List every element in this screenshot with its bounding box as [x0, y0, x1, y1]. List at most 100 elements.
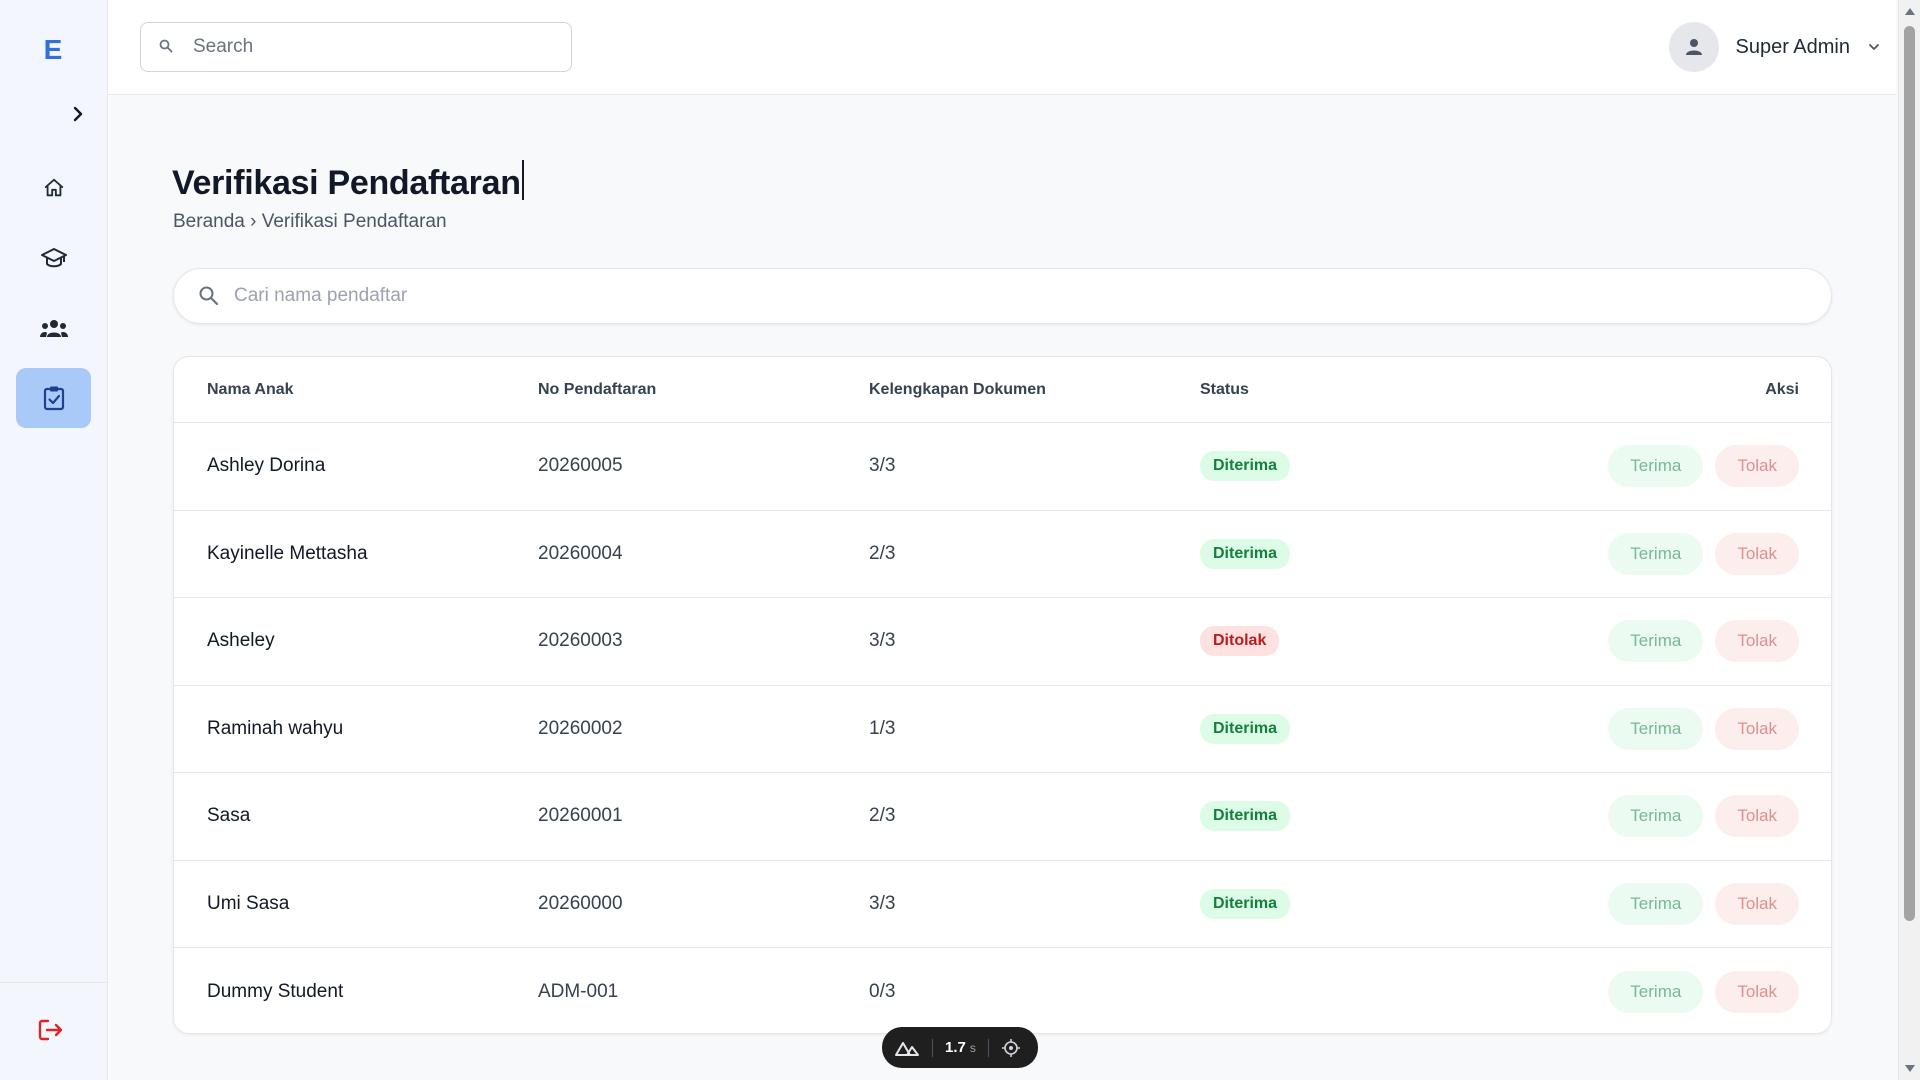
global-search[interactable] — [140, 22, 572, 72]
row-actions: Terima Tolak — [1608, 795, 1799, 838]
page-scrollbar[interactable] — [1898, 0, 1920, 1080]
accept-button[interactable]: Terima — [1608, 707, 1704, 750]
status-cell: Diterima — [1200, 713, 1291, 744]
registration-table: Nama Anak No Pendaftaran Kelengkapan Dok… — [173, 356, 1832, 1034]
sidebar-item-users[interactable] — [16, 298, 91, 358]
registration-number: 20260000 — [538, 892, 623, 914]
status-cell: Diterima — [1200, 538, 1291, 569]
row-actions: Terima Tolak — [1608, 882, 1799, 925]
scroll-down-arrow-icon[interactable] — [1905, 1065, 1915, 1072]
expand-sidebar-button[interactable] — [66, 102, 90, 126]
table-row: Kayinelle Mettasha 20260004 2/3 Diterima Ter… — [174, 511, 1831, 598]
global-search-input[interactable] — [193, 36, 553, 58]
status-badge: Diterima — [1200, 451, 1291, 482]
document-completeness: 3/3 — [869, 455, 896, 477]
document-completeness: 1/3 — [869, 717, 896, 739]
accept-button[interactable]: Terima — [1608, 620, 1704, 663]
reject-button[interactable]: Tolak — [1715, 707, 1799, 750]
sidebar-item-school[interactable] — [16, 228, 91, 288]
sidebar-item-home[interactable] — [16, 158, 91, 218]
status-badge: Diterima — [1200, 801, 1291, 832]
row-actions: Terima Tolak — [1608, 707, 1799, 750]
status-badge: Diterima — [1200, 713, 1291, 744]
applicant-name: Ashley Dorina — [207, 455, 326, 477]
status-badge: Diterima — [1200, 538, 1291, 569]
applicant-search-input[interactable] — [234, 285, 1734, 307]
table-row: Ashley Dorina 20260005 3/3 Diterima Terima To… — [174, 423, 1831, 511]
reject-button[interactable]: Tolak — [1715, 970, 1799, 1013]
row-actions: Terima Tolak — [1608, 532, 1799, 575]
row-actions: Terima Tolak — [1608, 445, 1799, 488]
status-badge: Ditolak — [1200, 626, 1280, 657]
registration-number: ADM-001 — [538, 980, 619, 1002]
column-header-actions: Aksi — [1765, 381, 1799, 398]
applicant-name: Kayinelle Mettasha — [207, 542, 368, 564]
row-actions: Terima Tolak — [1608, 620, 1799, 663]
page-title: Verifikasi Pendaftaran — [172, 160, 524, 203]
logout-button[interactable] — [36, 1015, 66, 1045]
registration-number: 20260003 — [538, 630, 623, 652]
render-time-unit: s — [969, 1040, 976, 1055]
sidebar-footer — [0, 982, 107, 1080]
chevron-down-icon — [1868, 43, 1880, 51]
users-icon — [39, 320, 68, 337]
status-cell: Diterima — [1200, 451, 1291, 482]
table-row: Asheley 20260003 3/3 Ditolak Terima Tolak — [174, 598, 1831, 686]
table-row: Raminah wahyu 20260002 1/3 Diterima Terima To… — [174, 686, 1831, 773]
table-row: Umi Sasa 20260000 3/3 Diterima Terima Tolak — [174, 861, 1831, 948]
breadcrumb: Beranda › Verifikasi Pendaftaran — [173, 211, 447, 232]
clipboard-check-icon — [43, 386, 64, 411]
scrollbar-thumb[interactable] — [1904, 26, 1915, 921]
scroll-up-arrow-icon[interactable] — [1905, 8, 1915, 15]
applicant-search[interactable] — [173, 268, 1832, 324]
applicant-name: Asheley — [207, 630, 275, 652]
accept-button[interactable]: Terima — [1608, 970, 1704, 1013]
home-icon — [44, 178, 63, 197]
crosshair-icon[interactable] — [1001, 1038, 1021, 1058]
top-header: Super Admin — [108, 0, 1896, 95]
reject-button[interactable]: Tolak — [1715, 532, 1799, 575]
table-row: Sasa 20260001 2/3 Diterima Terima Tolak — [174, 773, 1831, 861]
reject-button[interactable]: Tolak — [1715, 795, 1799, 838]
status-cell: Diterima — [1200, 888, 1291, 919]
status-cell: Diterima — [1200, 801, 1291, 832]
status-badge: Diterima — [1200, 888, 1291, 919]
render-time: 1.7 — [945, 1039, 966, 1056]
divider — [932, 1038, 933, 1057]
reject-button[interactable]: Tolak — [1715, 620, 1799, 663]
table-row: Dummy Student ADM-001 0/3 Terima Tolak — [174, 948, 1831, 1033]
document-completeness: 2/3 — [869, 805, 896, 827]
app-logo: E — [43, 34, 63, 65]
sidebar-item-verification[interactable] — [16, 368, 91, 428]
registration-number: 20260004 — [538, 542, 623, 564]
nuxt-logo-icon — [894, 1039, 920, 1057]
divider — [987, 1038, 989, 1057]
table-header: Nama Anak No Pendaftaran Kelengkapan Dok… — [174, 357, 1831, 423]
devtools-pill[interactable]: 1.7 s — [882, 1027, 1038, 1068]
row-actions: Terima Tolak — [1608, 970, 1799, 1013]
status-cell: Ditolak — [1200, 626, 1280, 657]
reject-button[interactable]: Tolak — [1715, 882, 1799, 925]
accept-button[interactable]: Terima — [1608, 795, 1704, 838]
text-caret — [521, 160, 524, 200]
document-completeness: 3/3 — [869, 892, 896, 914]
logout-icon — [38, 1019, 63, 1041]
user-name: Super Admin — [1735, 35, 1850, 58]
document-completeness: 2/3 — [869, 542, 896, 564]
page-title-text: Verifikasi Pendaftaran — [172, 164, 521, 202]
avatar — [1669, 22, 1720, 72]
column-header-number: No Pendaftaran — [538, 381, 657, 398]
chevron-right-icon — [73, 106, 83, 122]
user-menu[interactable]: Super Admin — [1669, 22, 1880, 72]
registration-number: 20260002 — [538, 717, 623, 739]
reject-button[interactable]: Tolak — [1715, 445, 1799, 488]
accept-button[interactable]: Terima — [1608, 532, 1704, 575]
applicant-name: Dummy Student — [207, 980, 344, 1002]
accept-button[interactable]: Terima — [1608, 882, 1704, 925]
accept-button[interactable]: Terima — [1608, 445, 1704, 488]
graduation-cap-icon — [40, 248, 67, 268]
column-header-documents: Kelengkapan Dokumen — [869, 381, 1046, 398]
applicant-name: Umi Sasa — [207, 892, 290, 914]
applicant-name: Sasa — [207, 805, 251, 827]
column-header-name: Nama Anak — [207, 381, 294, 398]
